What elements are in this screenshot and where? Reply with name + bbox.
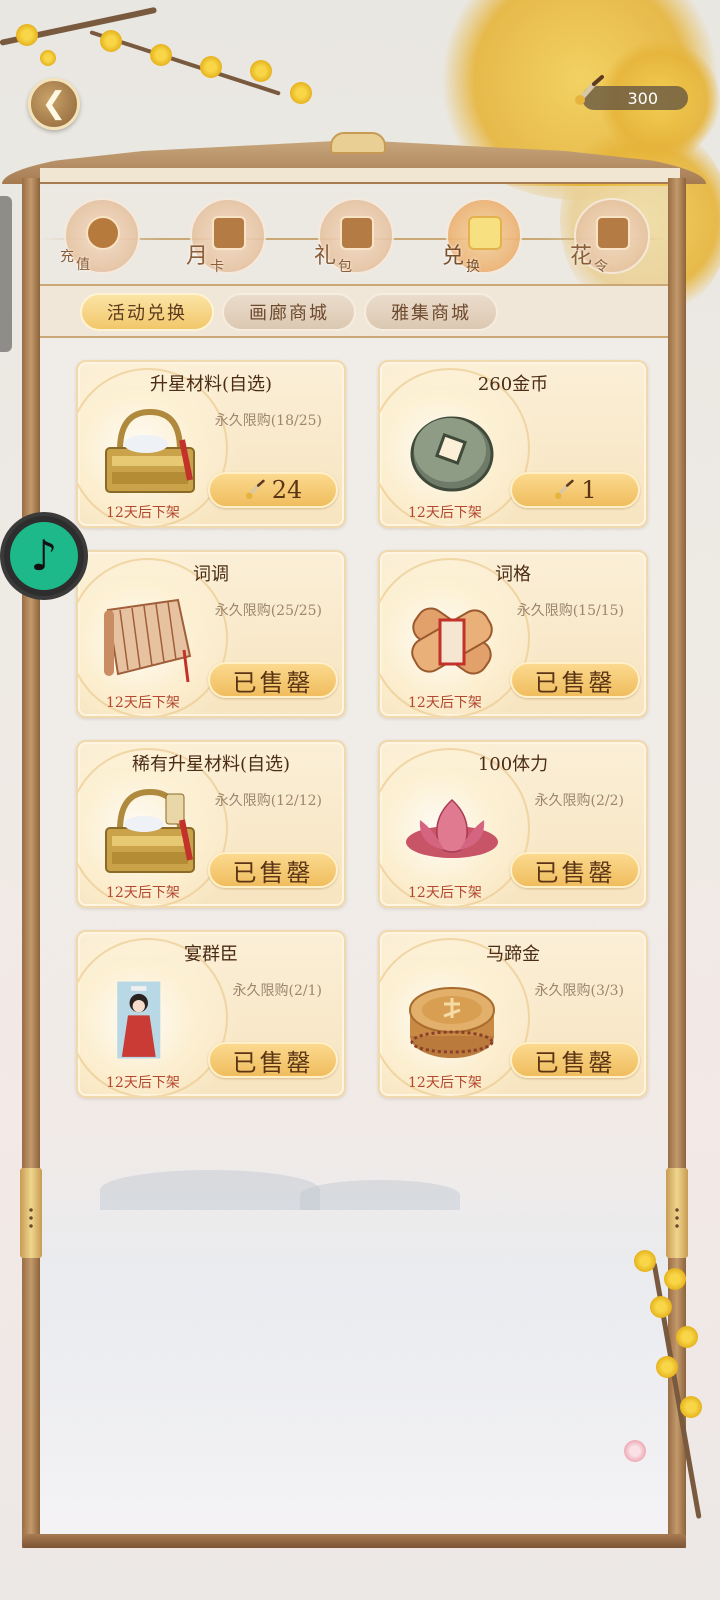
shop-item-card[interactable]: 词调 永久限购(25/25) 已售罄 12天后下架 [76, 550, 346, 718]
music-player-button[interactable]: ♪ [0, 512, 88, 600]
tab-monthly-card[interactable]: 月 卡 [186, 198, 266, 275]
coin-pouch-icon [86, 216, 120, 250]
item-title: 稀有升星材料(自选) [131, 754, 291, 775]
shop-item-card[interactable]: 260金币 1 12天后下架 [378, 360, 648, 528]
item-title: 宴群臣 [184, 944, 238, 965]
shop-item-card[interactable]: 100体力 永久限购(2/2) 已售罄 12天后下架 [378, 740, 648, 908]
golden-basket-icon [105, 408, 195, 493]
gift-icon [468, 216, 502, 250]
currency-display: 300 [575, 75, 688, 110]
tab-label: 礼 [314, 244, 337, 269]
expire-label: 12天后下架 [106, 505, 180, 521]
shop-item-card[interactable]: 马蹄金 永久限购(3/3) 已售罄 12天后下架 [378, 930, 648, 1098]
purchase-limit: 永久限购(2/1) [232, 983, 322, 999]
expire-label: 12天后下架 [106, 885, 180, 901]
item-title: 马蹄金 [486, 944, 540, 965]
card-icon [212, 216, 246, 250]
tab-exchange[interactable]: 兑 换 [442, 198, 522, 275]
tab-gift-pack[interactable]: 礼 包 [314, 198, 394, 275]
tab-label-sub: 包 [338, 259, 352, 275]
purchase-limit: 永久限购(15/15) [516, 603, 624, 619]
purchase-limit: 永久限购(2/2) [534, 793, 624, 809]
price-value: 1 [581, 476, 597, 504]
expire-label: 12天后下架 [408, 505, 482, 521]
frame-ornament [330, 132, 386, 154]
music-note-icon: ♪ [30, 531, 58, 580]
brush-currency-icon [575, 75, 604, 105]
expire-label: 12天后下架 [106, 695, 180, 711]
tab-label: 兑 [442, 244, 465, 269]
frame-top-inner [40, 168, 680, 182]
subtab-event-exchange[interactable]: 活动兑换 [80, 293, 214, 331]
sold-out-button[interactable]: 已售罄 [208, 662, 338, 698]
purchase-limit: 永久限购(3/3) [534, 983, 624, 999]
sold-out-button[interactable]: 已售罄 [510, 1042, 640, 1078]
shop-item-card[interactable]: 宴群臣 永久限购(2/1) 已售罄 12天后下架 [76, 930, 346, 1098]
misty-landscape [40, 1130, 668, 1534]
lady-portrait-icon [117, 981, 161, 1059]
brush-currency-icon [555, 479, 575, 500]
pillar-ornament-right [666, 1168, 688, 1258]
frame-bottom [22, 1534, 686, 1548]
buy-button[interactable]: 24 [208, 472, 338, 508]
subtab-gathering-shop[interactable]: 雅集商城 [364, 293, 498, 331]
purchase-limit: 永久限购(25/25) [214, 603, 322, 619]
frame-pillar-left [22, 178, 40, 1548]
item-title: 词调 [193, 564, 229, 585]
rare-basket-icon [105, 788, 195, 873]
pillar-ornament-left [20, 1168, 42, 1258]
back-arrow-icon: ❮ [41, 86, 67, 121]
item-title: 100体力 [477, 754, 549, 775]
tab-label: 充 [60, 249, 74, 265]
tab-label: 月 [186, 244, 209, 269]
price-value: 24 [271, 476, 303, 504]
item-title: 260金币 [477, 374, 549, 395]
lotus-icon [406, 798, 498, 858]
sold-out-button[interactable]: 已售罄 [510, 852, 640, 888]
sold-out-button[interactable]: 已售罄 [208, 1042, 338, 1078]
purchase-limit: 永久限购(12/12) [214, 793, 322, 809]
jade-coin-icon [410, 416, 494, 492]
shop-item-card[interactable]: 词格 永久限购(15/15) 已售罄 12天后下架 [378, 550, 648, 718]
tab-label-sub: 值 [76, 257, 90, 273]
item-title: 词格 [495, 564, 531, 585]
sold-out-button[interactable]: 已售罄 [208, 852, 338, 888]
tab-label: 花 [570, 244, 593, 269]
scroll-bundle-icon [411, 607, 493, 675]
tab-label-sub: 换 [466, 259, 480, 275]
gift-box-icon [340, 216, 374, 250]
shop-item-card[interactable]: 升星材料(自选) 永久限购(18/25) 24 12天后下架 [76, 360, 346, 528]
subtab-gallery-shop[interactable]: 画廊商城 [222, 293, 356, 331]
expire-label: 12天后下架 [408, 695, 482, 711]
shop-item-card[interactable]: 稀有升星材料(自选) 永久限购(12/12) 已售罄 12天后下架 [76, 740, 346, 908]
back-button[interactable]: ❮ [28, 78, 80, 130]
currency-value: 300 [627, 88, 658, 108]
tab-flower-order[interactable]: 花 令 [570, 198, 650, 275]
expire-label: 12天后下架 [408, 1075, 482, 1091]
tab-label-sub: 令 [594, 259, 608, 275]
expire-label: 12天后下架 [408, 885, 482, 901]
bamboo-scroll-icon [104, 598, 192, 683]
purchase-limit: 永久限购(18/25) [214, 413, 322, 429]
brush-currency-icon [245, 479, 265, 500]
tab-recharge[interactable]: 充 值 [60, 198, 140, 274]
item-title: 升星材料(自选) [149, 374, 273, 395]
gold-ingot-icon [409, 987, 495, 1058]
side-drawer-handle[interactable] [0, 196, 12, 352]
sold-out-button[interactable]: 已售罄 [510, 662, 640, 698]
tab-label-sub: 卡 [210, 259, 224, 275]
buy-button[interactable]: 1 [510, 472, 640, 508]
expire-label: 12天后下架 [106, 1075, 180, 1091]
bell-icon [596, 216, 630, 250]
